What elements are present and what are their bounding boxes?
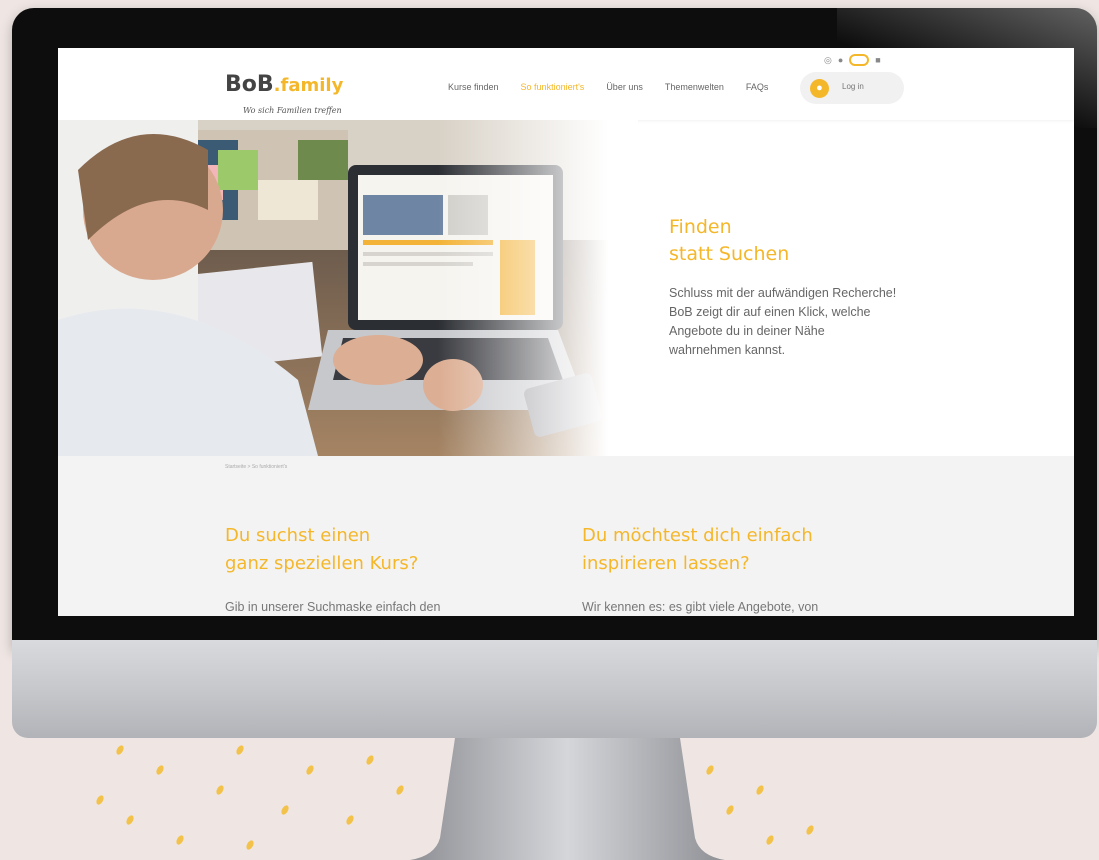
- column-2-title-line-2: inspirieren lassen?: [582, 553, 750, 574]
- site-header: BoB.family Wo sich Familien treffen ◎ ● …: [58, 48, 1074, 120]
- column-2-title-line-1: Du möchtest dich einfach: [582, 525, 813, 546]
- nav-item-ueber-uns[interactable]: Über uns: [606, 82, 643, 92]
- logo-suffix: .family: [273, 75, 344, 96]
- logo-main: BoB: [225, 72, 274, 97]
- column-1-title-line-1: Du suchst einen: [225, 525, 371, 546]
- column-2-title: Du möchtest dich einfach inspirieren las…: [582, 522, 813, 578]
- hero-image-fade: [438, 120, 638, 456]
- column-1-title: Du suchst einen ganz speziellen Kurs?: [225, 522, 418, 578]
- column-1-title-line-2: ganz speziellen Kurs?: [225, 553, 419, 574]
- hero-title: Finden statt Suchen: [669, 214, 789, 268]
- utility-controls: ◎ ● ■: [824, 54, 881, 66]
- main-nav: Kurse finden So funktioniert's Über uns …: [448, 82, 768, 92]
- user-icon: ●: [810, 79, 829, 98]
- column-1-text: Gib in unserer Suchmaske einfach den: [225, 600, 441, 614]
- toggle-indicator-icon: ■: [875, 55, 881, 65]
- contrast-toggle[interactable]: ●: [838, 55, 843, 65]
- site-logo[interactable]: BoB.family: [225, 72, 343, 97]
- nav-item-faqs[interactable]: FAQs: [746, 82, 769, 92]
- nav-item-kurse-finden[interactable]: Kurse finden: [448, 82, 499, 92]
- hero-text: Schluss mit der aufwändigen Recherche! B…: [669, 286, 897, 357]
- breadcrumb[interactable]: Startseite > So funktioniert's: [225, 464, 287, 470]
- nav-item-themenwelten[interactable]: Themenwelten: [665, 82, 724, 92]
- accessibility-icon[interactable]: ◎: [824, 55, 832, 66]
- login-button[interactable]: ● Log in: [800, 72, 904, 104]
- monitor-screen: BoB.family Wo sich Familien treffen ◎ ● …: [58, 48, 1074, 616]
- column-2-text: Wir kennen es: es gibt viele Angebote, v…: [582, 600, 819, 614]
- theme-switch[interactable]: [849, 54, 870, 66]
- nav-item-so-funktionierts[interactable]: So funktioniert's: [521, 82, 585, 92]
- hero-title-line-2: statt Suchen: [669, 243, 790, 265]
- hero-title-line-1: Finden: [669, 216, 732, 238]
- logo-tagline: Wo sich Familien treffen: [243, 106, 342, 115]
- monitor-stand: [410, 738, 725, 860]
- monitor-chin: [12, 640, 1097, 738]
- info-section: Startseite > So funktioniert's Du suchst…: [58, 456, 1074, 616]
- login-label: Log in: [842, 82, 864, 91]
